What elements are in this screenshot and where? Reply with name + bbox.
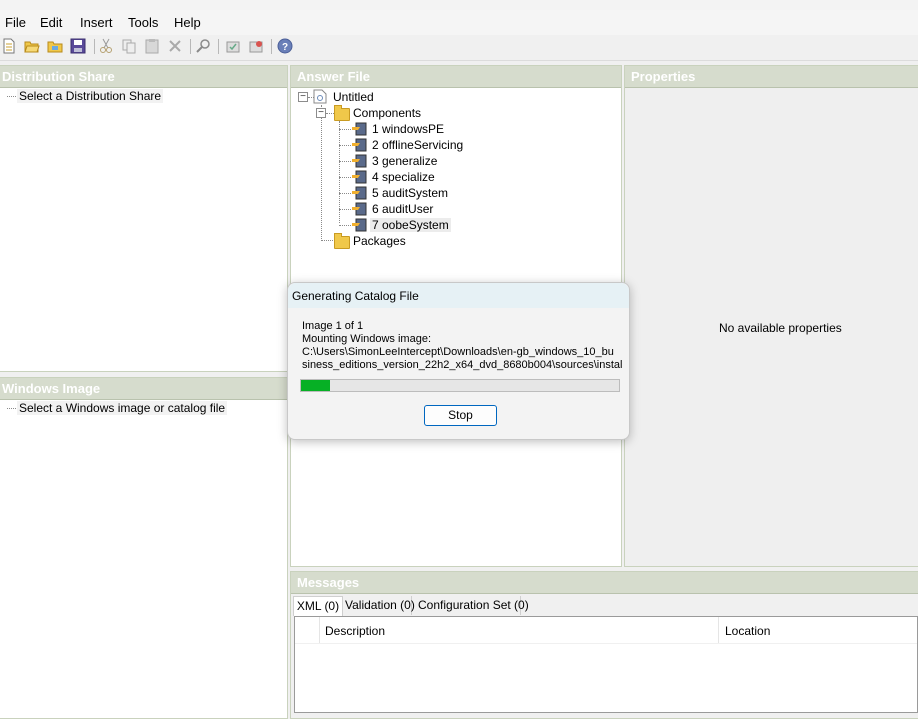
tree-connector: [339, 209, 351, 210]
tree-root-untitled[interactable]: Untitled: [333, 90, 374, 104]
validate-icon[interactable]: [225, 38, 241, 54]
tree-connector: [7, 96, 16, 97]
tree-connector: [339, 193, 351, 194]
pass-specialize[interactable]: 4 specialize: [372, 170, 435, 184]
toolbar-separator: [218, 39, 219, 54]
generating-catalog-dialog: Generating Catalog File Image 1 of 1 Mou…: [287, 282, 630, 440]
pass-icon: [352, 202, 367, 216]
tree-connector: [339, 177, 351, 178]
windows-image-placeholder[interactable]: Select a Windows image or catalog file: [17, 401, 228, 415]
tree-packages[interactable]: Packages: [353, 234, 406, 248]
new-answer-file-icon[interactable]: [1, 38, 17, 54]
dialog-path-line2: siness_editions_version_22h2_x64_dvd_868…: [302, 359, 623, 371]
tab-configuration-set[interactable]: Configuration Set (0): [418, 596, 529, 615]
distribution-share-placeholder[interactable]: Select a Distribution Share: [17, 89, 164, 103]
find-icon[interactable]: [195, 38, 211, 54]
tab-xml[interactable]: XML (0): [293, 596, 343, 616]
dialog-path-line1: C:\Users\SimonLeeIntercept\Downloads\en-…: [302, 346, 614, 358]
cut-icon[interactable]: [98, 38, 114, 54]
toolbar-separator: [271, 39, 272, 54]
tree-connector: [7, 408, 16, 409]
pass-icon: [352, 122, 367, 136]
menu-insert[interactable]: Insert: [80, 15, 113, 30]
collapse-root-toggle[interactable]: −: [298, 92, 308, 102]
tree-connector: [339, 161, 351, 162]
pass-generalize[interactable]: 3 generalize: [372, 154, 437, 168]
answer-file-icon: [313, 89, 327, 104]
menu-bar: File Edit Insert Tools Help: [0, 10, 918, 35]
open-folder-icon[interactable]: [47, 38, 63, 54]
properties-pane: Properties No available properties: [624, 65, 918, 567]
column-divider: [319, 617, 320, 643]
messages-list-header: Description Location: [295, 617, 917, 644]
pass-icon: [352, 218, 367, 232]
dialog-title: Generating Catalog File: [292, 289, 419, 303]
pass-oobesystem[interactable]: 7 oobeSystem: [370, 218, 451, 232]
progress-bar-fill: [301, 380, 330, 391]
windows-image-pane: Windows Image Select a Windows image or …: [0, 377, 288, 719]
pass-icon: [352, 186, 367, 200]
menu-file[interactable]: File: [5, 15, 26, 30]
packages-folder-icon: [334, 233, 350, 249]
dialog-title-bar: Generating Catalog File: [288, 283, 629, 308]
pass-windowspe[interactable]: 1 windowsPE: [372, 122, 444, 136]
pass-icon: [352, 154, 367, 168]
properties-header: Properties: [625, 66, 918, 88]
save-icon[interactable]: [70, 38, 86, 54]
components-folder-icon: [334, 105, 350, 121]
toolbar-separator: [190, 39, 191, 54]
windows-image-header: Windows Image: [0, 378, 287, 400]
pass-offlineservicing[interactable]: 2 offlineServicing: [372, 138, 463, 152]
column-description[interactable]: Description: [325, 624, 385, 638]
paste-icon[interactable]: [144, 38, 160, 54]
messages-list[interactable]: Description Location: [294, 616, 918, 713]
tree-connector: [321, 240, 333, 241]
window-title-bar: [0, 0, 918, 10]
tree-connector: [339, 145, 351, 146]
toolbar: ?: [0, 35, 918, 61]
messages-header: Messages: [291, 572, 918, 594]
menu-edit[interactable]: Edit: [40, 15, 62, 30]
open-icon[interactable]: [24, 38, 40, 54]
distribution-share-header: Distribution Share: [0, 66, 287, 88]
svg-text:?: ?: [282, 42, 288, 53]
progress-bar: [300, 379, 620, 392]
menu-help[interactable]: Help: [174, 15, 201, 30]
collapse-components-toggle[interactable]: −: [316, 108, 326, 118]
dialog-status: Mounting Windows image:: [302, 333, 432, 345]
dialog-image-count: Image 1 of 1: [302, 320, 364, 332]
column-location[interactable]: Location: [725, 624, 770, 638]
tree-components[interactable]: Components: [353, 106, 421, 120]
create-configuration-set-icon[interactable]: [248, 38, 264, 54]
pass-icon: [352, 138, 367, 152]
answer-file-header: Answer File: [291, 66, 621, 88]
stop-button[interactable]: Stop: [424, 405, 497, 426]
delete-icon[interactable]: [167, 38, 183, 54]
pass-audituser[interactable]: 6 auditUser: [372, 202, 433, 216]
column-divider: [718, 617, 719, 643]
copy-icon[interactable]: [121, 38, 137, 54]
tree-connector: [326, 113, 334, 114]
pass-auditsystem[interactable]: 5 auditSystem: [372, 186, 448, 200]
menu-tools[interactable]: Tools: [128, 15, 158, 30]
properties-empty-text: No available properties: [719, 321, 842, 335]
tree-connector: [339, 225, 351, 226]
tab-validation[interactable]: Validation (0): [345, 596, 415, 615]
distribution-share-pane: Distribution Share Select a Distribution…: [0, 65, 288, 372]
pass-icon: [352, 170, 367, 184]
help-icon[interactable]: ?: [277, 38, 293, 54]
tree-connector: [321, 105, 322, 239]
tree-connector: [339, 129, 351, 130]
tree-connector: [339, 121, 340, 223]
toolbar-separator: [94, 39, 95, 54]
